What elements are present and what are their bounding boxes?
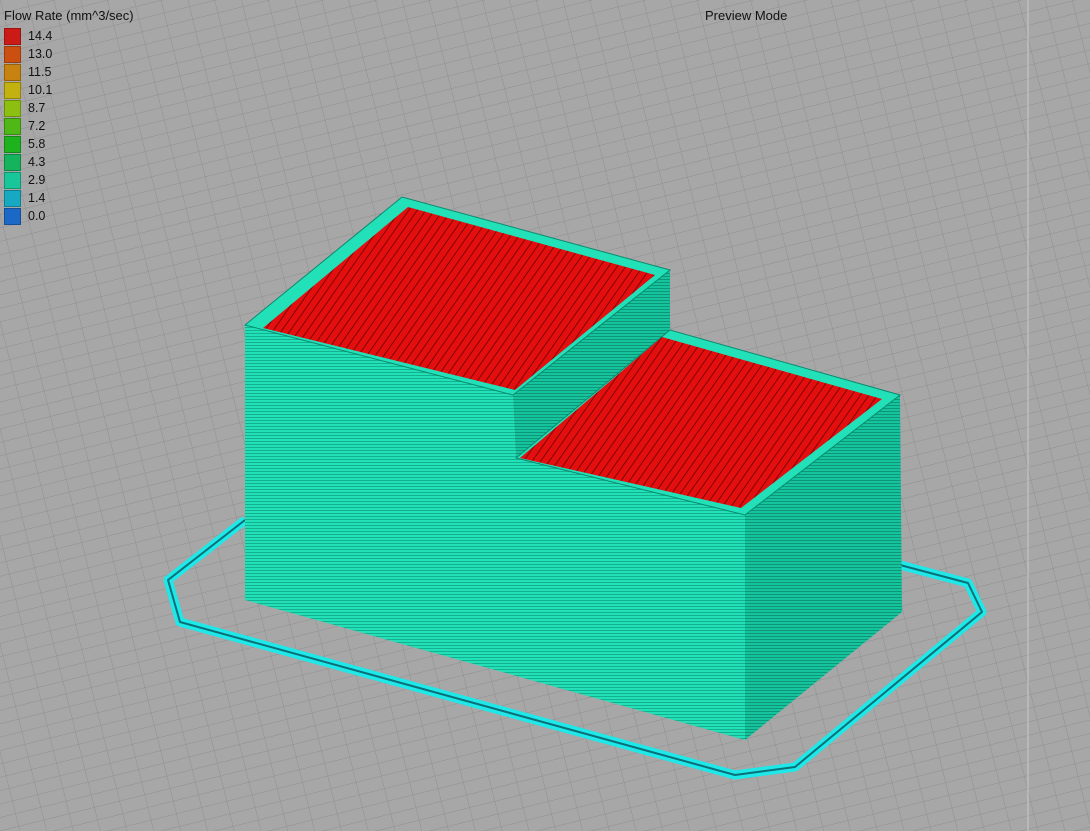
legend-value: 14.4 — [28, 29, 53, 43]
legend-swatch — [4, 64, 21, 81]
legend-swatch — [4, 118, 21, 135]
legend-swatch — [4, 136, 21, 153]
3d-preview-viewport[interactable] — [0, 0, 1090, 831]
legend-value: 8.7 — [28, 101, 46, 115]
legend-value: 4.3 — [28, 155, 46, 169]
preview-mode-label: Preview Mode — [705, 8, 788, 23]
legend-value: 1.4 — [28, 191, 46, 205]
legend-swatch — [4, 46, 21, 63]
legend-title: Flow Rate (mm^3/sec) — [4, 8, 134, 23]
legend-swatch — [4, 172, 21, 189]
legend-value: 2.9 — [28, 173, 46, 187]
legend-value: 10.1 — [28, 83, 53, 97]
legend-swatch — [4, 82, 21, 99]
legend-swatch — [4, 154, 21, 171]
legend-swatch — [4, 208, 21, 225]
legend-value: 7.2 — [28, 119, 46, 133]
legend-value: 5.8 — [28, 137, 46, 151]
legend-value: 0.0 — [28, 209, 46, 223]
legend-value: 13.0 — [28, 47, 53, 61]
legend-swatch — [4, 100, 21, 117]
legend-value: 11.5 — [28, 65, 52, 79]
legend-swatch — [4, 28, 21, 45]
legend-swatch — [4, 190, 21, 207]
